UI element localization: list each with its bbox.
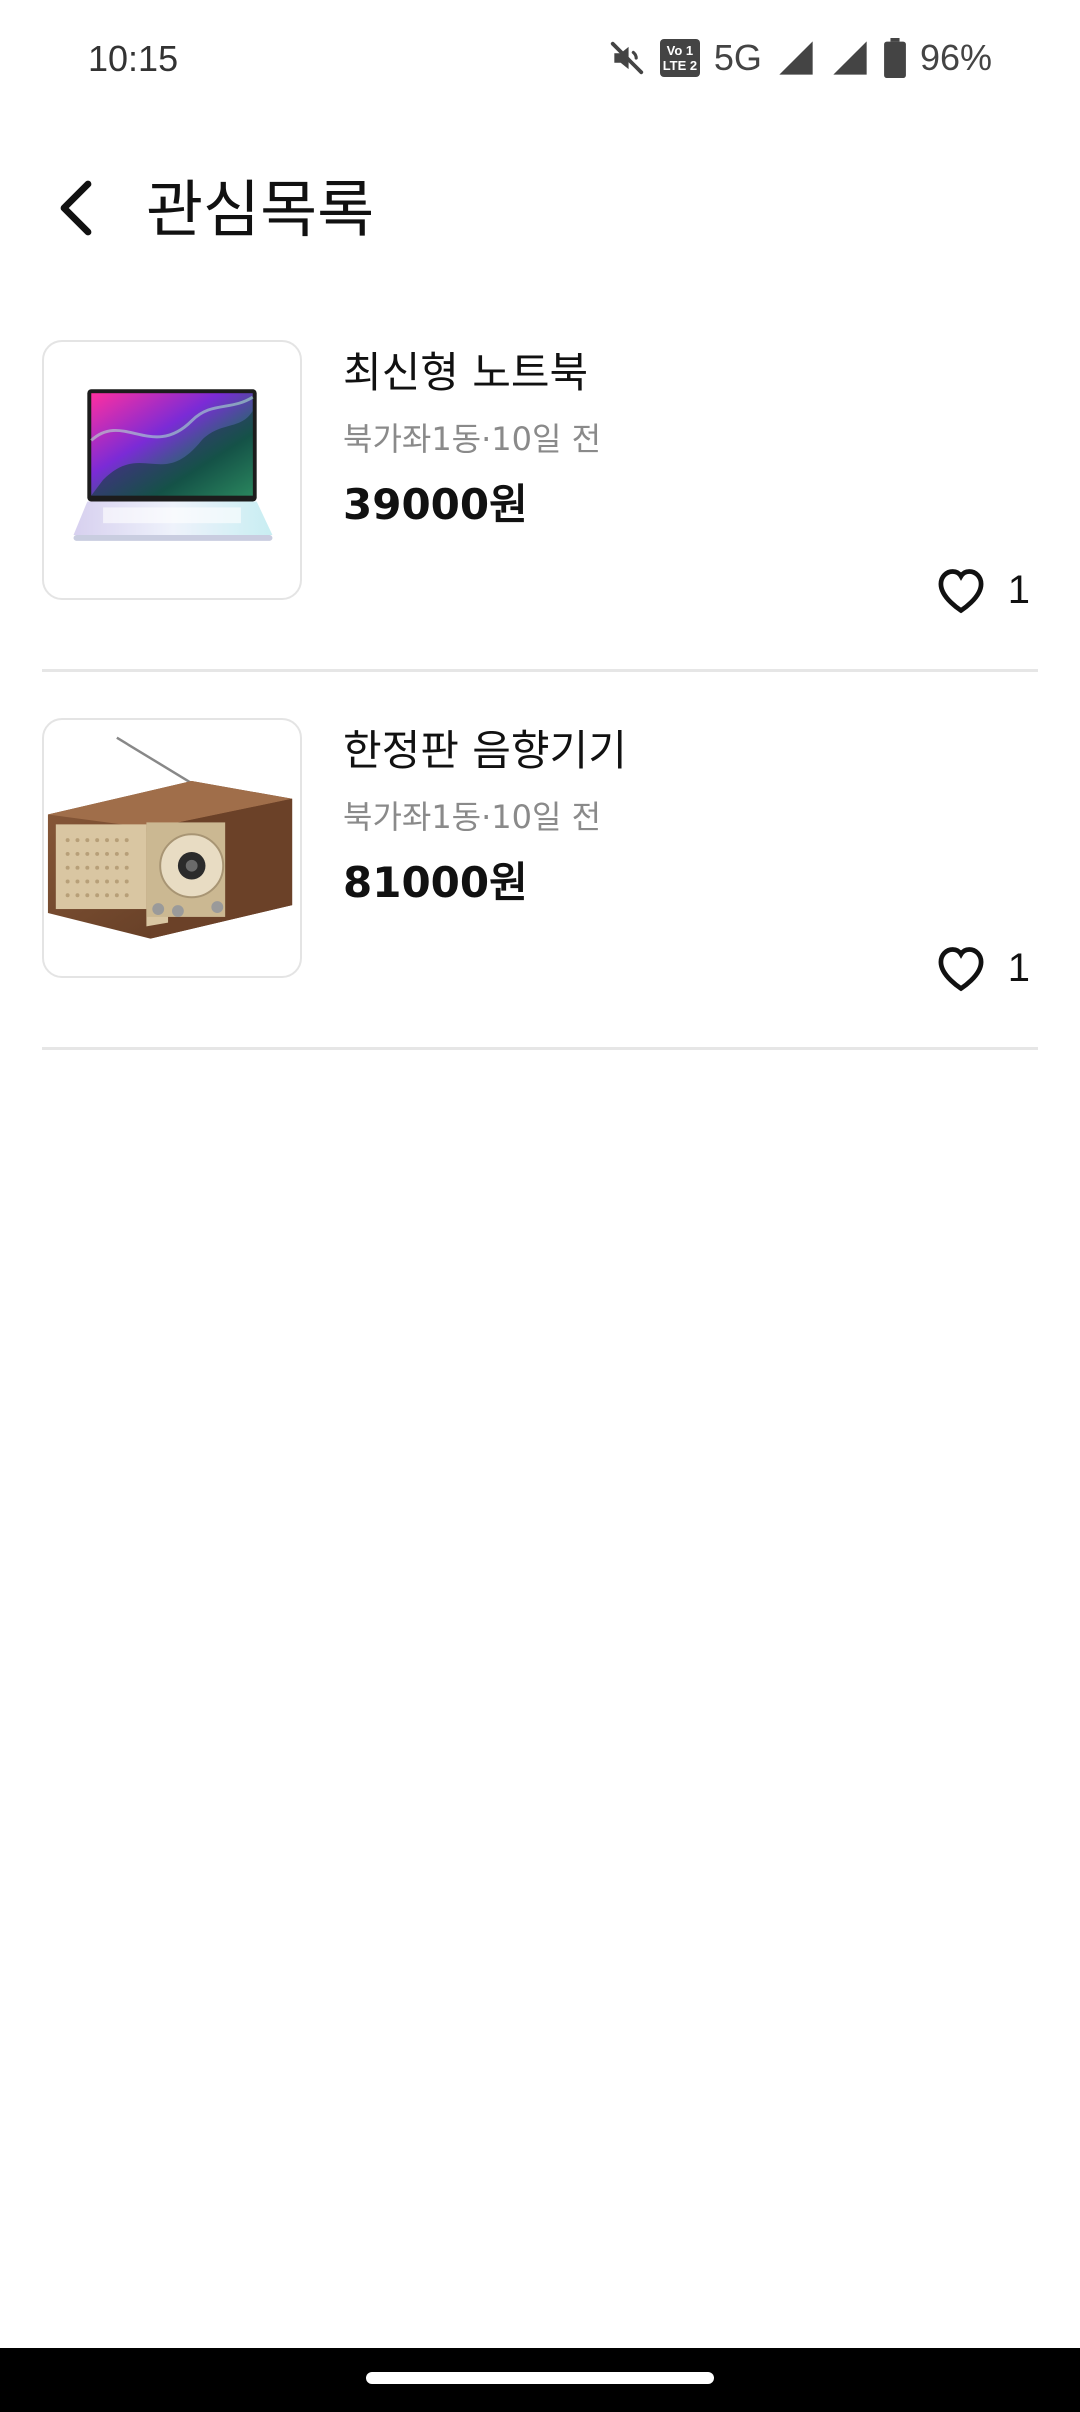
page-title: 관심목록 bbox=[146, 173, 375, 246]
like-count: 1 bbox=[1007, 567, 1030, 612]
item-price: 81000원 bbox=[343, 858, 528, 907]
list-item[interactable]: 최신형 노트북 북가좌1동·10일 전 39000원 1 bbox=[0, 340, 1080, 718]
watchlist: 최신형 노트북 북가좌1동·10일 전 39000원 1 한정판 음향기기 북가… bbox=[0, 340, 1080, 1096]
network-type: 5G bbox=[713, 37, 762, 78]
item-meta: 북가좌1동·10일 전 bbox=[343, 420, 602, 458]
status-time: 10:15 bbox=[88, 38, 179, 79]
battery-icon bbox=[884, 38, 906, 78]
laptop-image bbox=[42, 340, 302, 600]
signal-icon bbox=[830, 38, 870, 78]
mute-icon bbox=[608, 39, 646, 77]
signal-icon bbox=[776, 38, 816, 78]
list-item[interactable]: 한정판 음향기기 북가좌1동·10일 전 81000원 1 bbox=[0, 718, 1080, 1096]
status-bar: 10:15 Vo 1 LTE 2 5G 96% bbox=[0, 0, 1080, 126]
divider bbox=[42, 669, 1038, 672]
item-title: 한정판 음향기기 bbox=[343, 726, 627, 775]
chevron-left-icon bbox=[54, 178, 98, 242]
like-count: 1 bbox=[1007, 945, 1030, 990]
battery-percent: 96% bbox=[919, 37, 992, 78]
heart-icon bbox=[932, 562, 990, 618]
app-bar: 관심목록 bbox=[0, 150, 1080, 270]
navigation-bar bbox=[0, 2348, 1080, 2412]
volte-top-label: Vo 1 bbox=[666, 43, 694, 58]
volte-icon: Vo 1 LTE 2 bbox=[659, 39, 700, 77]
heart-icon bbox=[932, 940, 990, 996]
item-price: 39000원 bbox=[343, 480, 528, 529]
back-button[interactable] bbox=[38, 172, 114, 248]
divider bbox=[42, 1047, 1038, 1050]
like-button[interactable]: 1 bbox=[932, 940, 1030, 996]
item-title: 최신형 노트북 bbox=[343, 348, 589, 397]
home-indicator[interactable] bbox=[366, 2372, 714, 2384]
volte-bottom-label: LTE 2 bbox=[662, 58, 698, 73]
status-icons: Vo 1 LTE 2 5G 96% bbox=[608, 36, 992, 80]
item-meta: 북가좌1동·10일 전 bbox=[343, 798, 602, 836]
radio-image bbox=[42, 718, 302, 978]
like-button[interactable]: 1 bbox=[932, 562, 1030, 618]
